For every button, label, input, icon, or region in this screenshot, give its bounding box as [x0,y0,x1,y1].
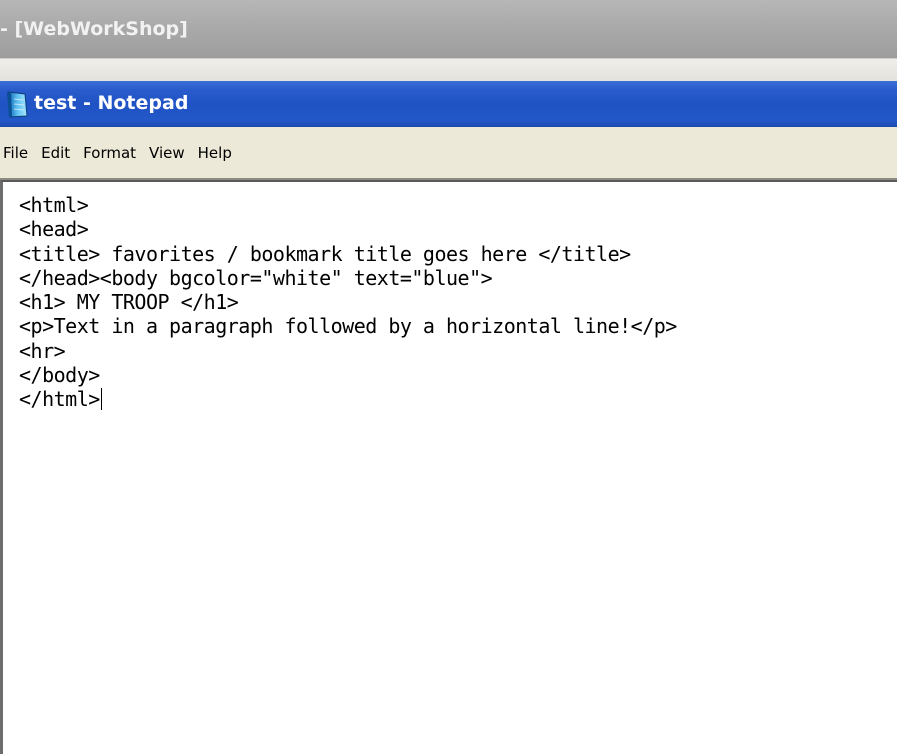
code-line: <h1> MY TROOP </h1> [19,290,239,315]
code-line: <p>Text in a paragraph followed by a hor… [19,314,677,339]
menu-bar: File Edit Format View Help [0,127,897,179]
editor-content[interactable]: <html> <head> <title> favorites / bookma… [19,193,677,412]
text-caret [100,388,102,411]
notepad-icon[interactable] [3,90,29,119]
screen: - [WebWorkShop] test - Notepad File Edit [0,0,897,754]
window-title: test - Notepad [34,92,189,114]
text-editor[interactable]: <html> <head> <title> favorites / bookma… [0,180,897,754]
menu-view[interactable]: View [149,144,185,162]
background-window-titlebar[interactable]: - [WebWorkShop] [0,0,897,58]
code-line: <head> [19,217,89,242]
menu-edit[interactable]: Edit [41,144,70,162]
code-line-last: </html> [19,387,677,411]
code-line: </body> [19,363,100,388]
background-window-frame [0,58,897,82]
code-line: <title> favorites / bookmark title goes … [19,241,631,266]
notepad-titlebar[interactable]: test - Notepad [0,81,897,127]
code-line: <hr> [19,338,66,363]
code-line: </head><body bgcolor="white" text="blue"… [19,265,493,290]
menu-help[interactable]: Help [198,144,232,162]
code-line: <html> [19,193,89,217]
background-window-title: - [WebWorkShop] [0,18,188,40]
menu-file[interactable]: File [3,144,28,162]
menu-format[interactable]: Format [83,144,136,162]
code-line-text: </html> [19,387,100,412]
